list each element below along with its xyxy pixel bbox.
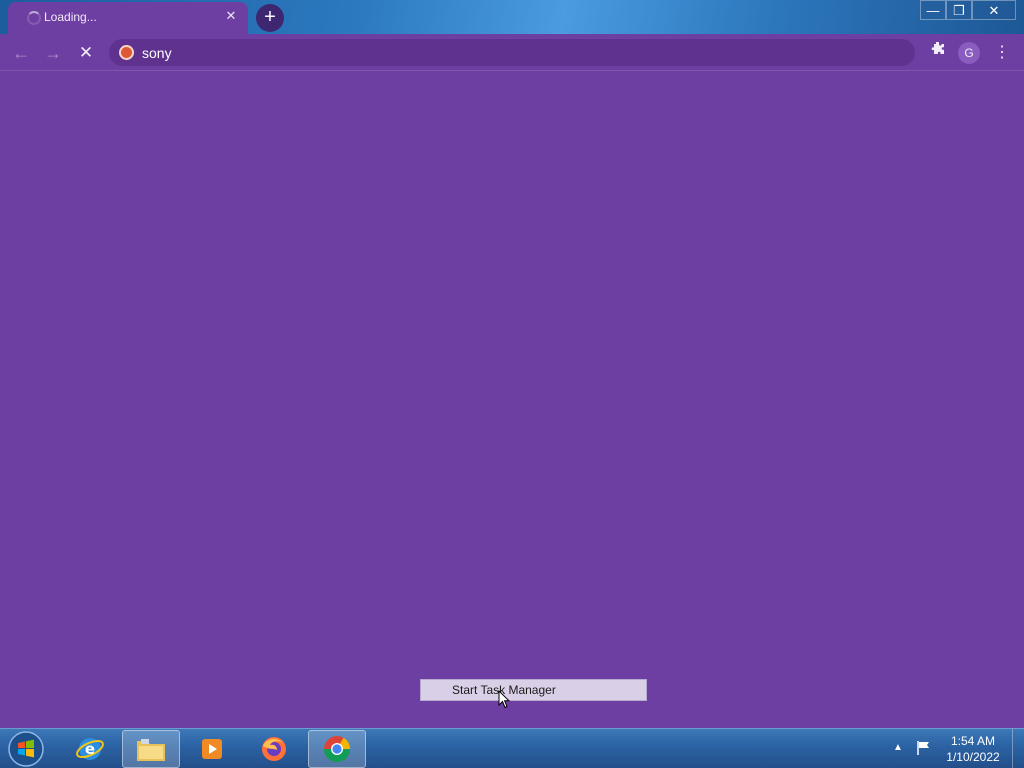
page-content	[0, 71, 1024, 728]
mouse-cursor-icon	[498, 690, 510, 709]
taskbar: e ▲ 1:54 AM 1/10/2022	[0, 728, 1024, 768]
taskbar-context-menu: Start Task Manager	[420, 679, 647, 701]
svg-text:e: e	[85, 740, 95, 758]
windows-logo-icon	[8, 731, 44, 767]
start-button[interactable]	[6, 730, 46, 768]
tray-overflow-icon[interactable]: ▲	[893, 742, 903, 753]
show-desktop-button[interactable]	[1012, 729, 1024, 768]
window-controls: — ❐ ✕	[920, 0, 1016, 20]
address-bar-text[interactable]: sony	[142, 45, 172, 61]
duckduckgo-icon	[119, 45, 134, 60]
media-icon	[202, 739, 222, 759]
new-tab-button[interactable]: +	[256, 4, 284, 32]
tab-strip: Loading... ✕ + — ❐ ✕	[0, 0, 1024, 34]
profile-avatar[interactable]: G	[958, 42, 980, 64]
back-button[interactable]: ←	[8, 40, 34, 66]
puzzle-icon[interactable]	[926, 41, 950, 65]
system-clock[interactable]: 1:54 AM 1/10/2022	[940, 733, 1006, 765]
taskbar-windows-explorer[interactable]	[122, 730, 180, 768]
tab-close-icon[interactable]: ✕	[223, 8, 239, 24]
ie-icon: e	[76, 738, 104, 760]
folder-icon	[137, 739, 165, 761]
menu-icon[interactable]: ⋮	[990, 41, 1014, 65]
tab-title: Loading...	[44, 10, 97, 24]
minimize-button[interactable]: —	[920, 0, 946, 20]
clock-time: 1:54 AM	[950, 734, 996, 748]
forward-button[interactable]: →	[40, 40, 66, 66]
chrome-icon	[323, 736, 351, 763]
action-center-flag-icon[interactable]	[914, 739, 932, 757]
taskbar-media-player[interactable]	[183, 730, 241, 768]
close-window-button[interactable]: ✕	[972, 0, 1016, 20]
taskbar-chrome[interactable]	[308, 730, 366, 768]
firefox-icon	[262, 737, 286, 761]
browser-toolbar: ← → ✕ sony G ⋮	[0, 34, 1024, 71]
browser-tab[interactable]: Loading... ✕	[8, 2, 248, 34]
stop-loading-button[interactable]: ✕	[73, 40, 99, 66]
taskbar-internet-explorer[interactable]: e	[61, 730, 119, 768]
taskbar-firefox[interactable]	[245, 730, 303, 768]
loading-spinner-icon	[27, 11, 41, 25]
clock-date: 1/10/2022	[946, 750, 1000, 764]
address-bar[interactable]: sony	[109, 39, 915, 66]
restore-button[interactable]: ❐	[946, 0, 972, 20]
